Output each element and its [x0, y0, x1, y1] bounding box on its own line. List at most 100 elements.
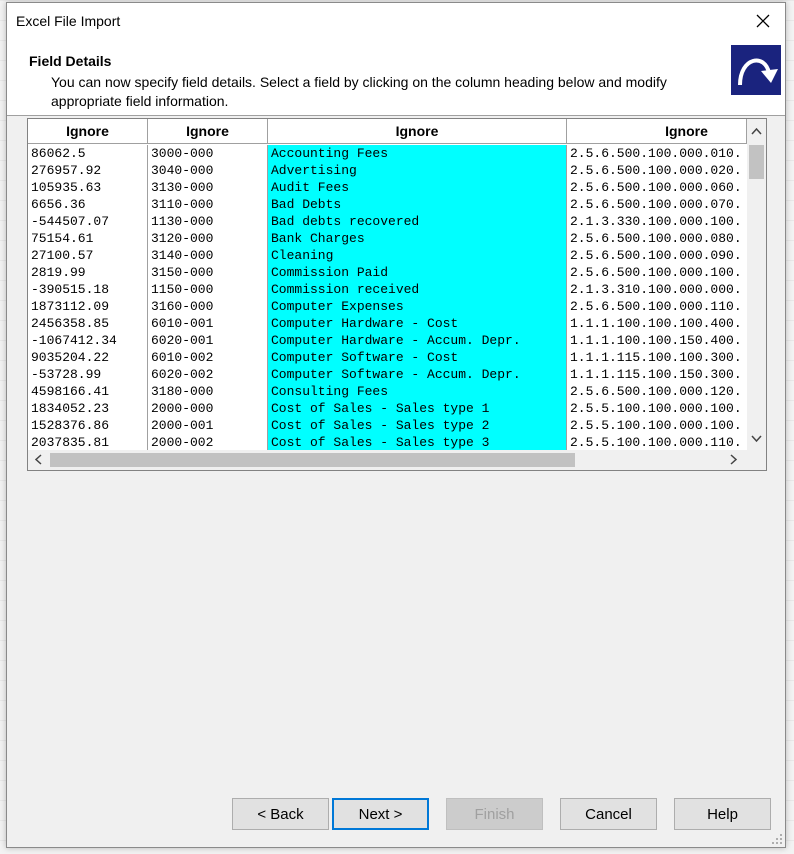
grid-cell: 1834052.23 [31, 401, 110, 416]
grid-cell: Bad Debts [271, 197, 342, 212]
page-description: You can now specify field details. Selec… [51, 74, 667, 109]
excel-import-dialog: Excel File Import Field Details You can … [6, 2, 786, 848]
grid-cell: 1873112.09 [31, 299, 110, 314]
column-heading-2[interactable]: Ignore [148, 119, 268, 144]
resize-grip-icon[interactable] [771, 833, 783, 845]
grid-cell: Computer Hardware - Accum. Depr. [271, 333, 521, 348]
grid-cell: 6010-001 [151, 316, 214, 331]
grid-cell: 2.5.5.100.100.000.110. [570, 435, 742, 450]
column-2-values: 3000-000 3040-000 3130-000 3110-000 1130-000… [148, 145, 268, 450]
grid-cell: 2456358.85 [31, 316, 110, 331]
horizontal-scroll-thumb[interactable] [50, 453, 575, 467]
grid-cell: 2000-001 [151, 418, 214, 433]
cancel-button[interactable]: Cancel [560, 798, 657, 830]
grid-cell: Cost of Sales - Sales type 2 [271, 418, 490, 433]
curved-arrow-icon [731, 45, 781, 95]
next-button[interactable]: Next > [332, 798, 429, 830]
vertical-scrollbar[interactable] [747, 119, 766, 450]
close-button[interactable] [741, 3, 785, 39]
grid-cell: Computer Software - Cost [271, 350, 459, 365]
grid-cell: -1067412.34 [31, 333, 117, 348]
grid-cell: 6656.36 [31, 197, 86, 212]
grid-cell: 3160-000 [151, 299, 214, 314]
scroll-right-icon[interactable] [730, 454, 738, 467]
grid-cell: 3130-000 [151, 180, 214, 195]
grid-cell: 1150-000 [151, 282, 214, 297]
grid-cell: 4598166.41 [31, 384, 110, 399]
grid-cell: 1.1.1.115.100.150.300. [570, 367, 742, 382]
grid-cell: Bad debts recovered [271, 214, 420, 229]
grid-cell: 27100.57 [31, 248, 94, 263]
grid-cell: 2.5.5.100.100.000.100. [570, 401, 742, 416]
grid-cell: 2000-000 [151, 401, 214, 416]
grid-cell: Commission Paid [271, 265, 389, 280]
grid-cell: -390515.18 [31, 282, 110, 297]
scroll-down-icon[interactable] [751, 433, 762, 445]
grid-cell: 6020-001 [151, 333, 214, 348]
grid-cell: 2.5.6.500.100.000.120. [570, 384, 742, 399]
grid-cell: 3140-000 [151, 248, 214, 263]
data-preview-grid: Ignore Ignore Ignore Ignore 86062.5 27695… [27, 118, 767, 471]
grid-cell: 86062.5 [31, 146, 86, 161]
grid-cell: 2.5.6.500.100.000.010. [570, 146, 742, 161]
grid-cell: 1528376.86 [31, 418, 110, 433]
grid-cell: 2.5.5.100.100.000.100. [570, 418, 742, 433]
column-heading-4[interactable]: Ignore [567, 119, 747, 144]
grid-cell: 3150-000 [151, 265, 214, 280]
back-button[interactable]: < Back [232, 798, 329, 830]
column-heading-1[interactable]: Ignore [28, 119, 148, 144]
grid-cell: 3180-000 [151, 384, 214, 399]
grid-cell: 3000-000 [151, 146, 214, 161]
column-heading-3[interactable]: Ignore [268, 119, 567, 144]
column-1-values: 86062.5 276957.92 105935.63 6656.36 -544507.… [28, 145, 148, 450]
grid-cell: 1.1.1.115.100.100.300. [570, 350, 742, 365]
grid-cell: 3040-000 [151, 163, 214, 178]
grid-cell: 1.1.1.100.100.150.400. [570, 333, 742, 348]
grid-cell: 276957.92 [31, 163, 102, 178]
grid-cell: Computer Expenses [271, 299, 404, 314]
grid-cell: 6020-002 [151, 367, 214, 382]
grid-cell: 2.5.6.500.100.000.060. [570, 180, 742, 195]
grid-cell: -53728.99 [31, 367, 102, 382]
grid-cell: Cleaning [271, 248, 334, 263]
grid-cell: -544507.07 [31, 214, 110, 229]
grid-cell: Consulting Fees [271, 384, 389, 399]
grid-cell: Audit Fees [271, 180, 350, 195]
grid-cell: 2.5.6.500.100.000.070. [570, 197, 742, 212]
grid-cell: 3110-000 [151, 197, 214, 212]
page-title: Field Details [29, 53, 112, 69]
horizontal-scrollbar[interactable] [28, 450, 766, 470]
grid-cell: 2.5.6.500.100.000.100. [570, 265, 742, 280]
grid-cell: Advertising [271, 163, 357, 178]
grid-cell: 2.1.3.330.100.000.100. [570, 214, 742, 229]
grid-cell: 2.1.3.310.100.000.000. [570, 282, 742, 297]
grid-cell: 3120-000 [151, 231, 214, 246]
scroll-up-icon[interactable] [751, 125, 762, 137]
help-button[interactable]: Help [674, 798, 771, 830]
vertical-scroll-thumb[interactable] [749, 145, 764, 179]
column-4-values: 2.5.6.500.100.000.010. 2.5.6.500.100.000.… [567, 145, 747, 450]
scroll-left-icon[interactable] [34, 454, 42, 467]
grid-cell: 2037835.81 [31, 435, 110, 450]
grid-cell: 6010-002 [151, 350, 214, 365]
grid-cell: 2.5.6.500.100.000.110. [570, 299, 742, 314]
grid-cell: 9035204.22 [31, 350, 110, 365]
grid-cell: Computer Software - Accum. Depr. [271, 367, 521, 382]
grid-cell: 2.5.6.500.100.000.090. [570, 248, 742, 263]
grid-cell: 2819.99 [31, 265, 86, 280]
grid-cell: Cost of Sales - Sales type 3 [271, 435, 490, 450]
column-3-values-selected: Accounting Fees Advertising Audit Fees Bad … [268, 145, 567, 450]
close-icon [756, 14, 770, 28]
title-bar: Excel File Import [7, 3, 785, 39]
grid-cell: 1.1.1.100.100.100.400. [570, 316, 742, 331]
grid-cell: 1130-000 [151, 214, 214, 229]
grid-cell: 75154.61 [31, 231, 94, 246]
wizard-header: Field Details You can now specify field … [7, 39, 785, 116]
grid-cell: Computer Hardware - Cost [271, 316, 459, 331]
grid-cell: 2000-002 [151, 435, 214, 450]
grid-cell: 2.5.6.500.100.000.020. [570, 163, 742, 178]
grid-cell: 105935.63 [31, 180, 102, 195]
grid-cell: Accounting Fees [271, 146, 389, 161]
grid-cell: 2.5.6.500.100.000.080. [570, 231, 742, 246]
grid-cell: Bank Charges [271, 231, 365, 246]
